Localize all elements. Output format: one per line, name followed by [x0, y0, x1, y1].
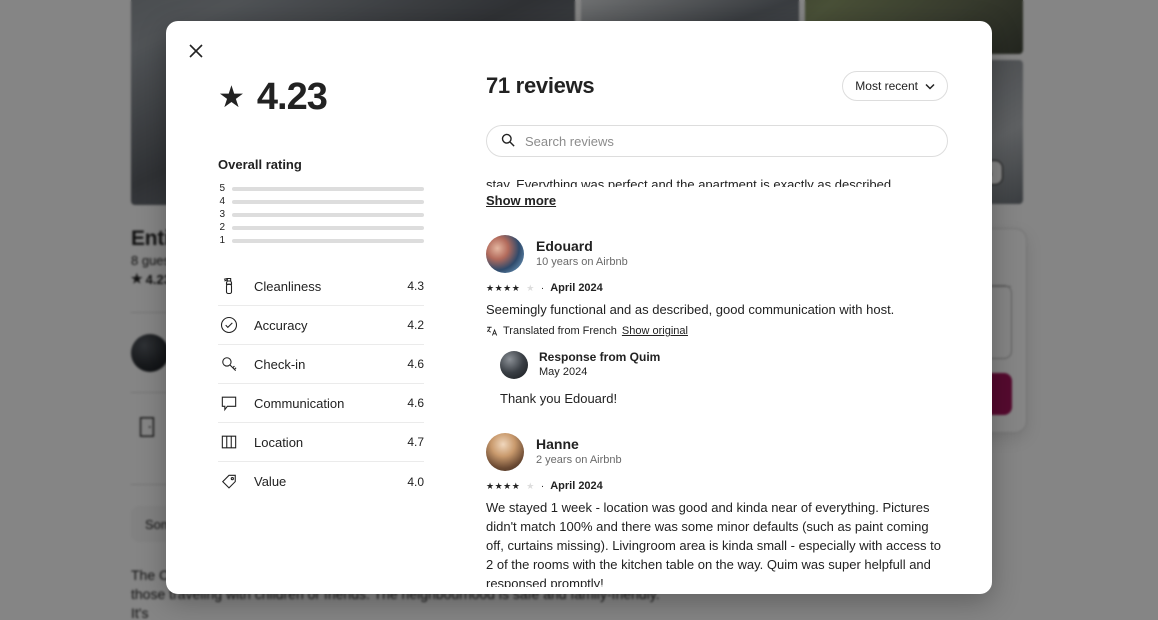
review-header: Edouard 10 years on Airbnb	[486, 235, 948, 273]
category-value: 4.6	[407, 357, 424, 371]
reviewer-identity: Hanne 2 years on Airbnb	[536, 436, 622, 468]
histogram-track	[232, 212, 424, 217]
clipped-review-text: stay. Everything was perfect and the apa…	[486, 177, 895, 187]
review-stars-empty: ★	[526, 480, 535, 491]
show-more-link[interactable]: Show more	[486, 193, 556, 208]
category-label: Communication	[254, 395, 345, 411]
histogram-star-label: 5	[219, 183, 225, 194]
rating-histogram: 5 4 3 2 1	[218, 182, 424, 247]
category-ratings-list: Cleanliness 4.3 Accuracy 4.2 Check-in 4.…	[218, 267, 424, 501]
host-response-text: Thank you Edouard!	[500, 391, 618, 406]
translate-icon	[486, 326, 498, 336]
review-stars: ★★★★	[486, 480, 521, 491]
review-text: We stayed 1 week - location was good and…	[486, 500, 941, 587]
histogram-row: 1	[218, 234, 424, 247]
host-response-title: Response from Quim	[539, 350, 661, 364]
review-date: April 2024	[550, 480, 603, 492]
review-header: Hanne 2 years on Airbnb	[486, 433, 948, 471]
host-response: Response from Quim May 2024 Thank you Ed…	[500, 350, 948, 408]
category-row-location: Location 4.7	[218, 423, 424, 462]
category-label: Value	[254, 474, 287, 489]
histogram-star-label: 4	[219, 196, 225, 207]
reviewer-tenure: 10 years on Airbnb	[536, 256, 628, 268]
modal-body: ★ 4.23 Overall rating 5 4 3 2 1 Cleanlin…	[166, 21, 992, 594]
category-row-value: Value 4.0	[218, 462, 424, 501]
page-root: ▦ Show all photos Entire rental unit in …	[0, 0, 1158, 620]
search-reviews-wrapper	[486, 125, 948, 157]
map-icon	[218, 431, 240, 453]
category-value: 4.3	[407, 279, 424, 293]
histogram-track	[232, 186, 424, 191]
close-icon[interactable]	[180, 35, 212, 67]
translation-note-text: Translated from French	[503, 325, 617, 337]
histogram-track	[232, 238, 424, 243]
search-input[interactable]	[486, 125, 948, 157]
reviewer-tenure: 2 years on Airbnb	[536, 454, 622, 466]
reviews-modal: ★ 4.23 Overall rating 5 4 3 2 1 Cleanlin…	[166, 21, 992, 594]
category-value: 4.7	[407, 435, 424, 449]
category-label: Location	[254, 434, 304, 450]
histogram-row: 5	[218, 182, 424, 195]
category-row-communication: Communication 4.6	[218, 384, 424, 423]
review-stars-empty: ★	[526, 282, 535, 293]
reviews-panel: 71 reviews Most recent Search reviews st…	[458, 71, 992, 594]
review-stars: ★★★★	[486, 282, 521, 293]
category-label: Accuracy	[254, 317, 308, 333]
spray-bottle-icon	[218, 275, 240, 297]
review-meta: ★★★★ ★ · April 2024	[486, 480, 948, 492]
histogram-star-label: 3	[219, 209, 225, 220]
host-response-identity: Response from Quim May 2024	[539, 350, 660, 380]
chevron-down-icon	[925, 83, 935, 90]
review-date: April 2024	[550, 282, 603, 294]
reviewer-avatar[interactable]	[486, 235, 524, 273]
histogram-row: 2	[218, 221, 424, 234]
reviewer-name: Edouard	[536, 238, 593, 254]
reviewer-identity: Edouard 10 years on Airbnb	[536, 238, 628, 270]
meta-separator: ·	[540, 480, 545, 492]
reviews-count-title: 71 reviews	[486, 73, 595, 98]
histogram-track	[232, 199, 424, 204]
category-value: 4.2	[407, 318, 424, 332]
key-icon	[218, 353, 240, 375]
overall-score: ★ 4.23	[218, 76, 424, 119]
histogram-star-label: 1	[219, 235, 225, 246]
histogram-row: 4	[218, 195, 424, 208]
search-icon	[501, 133, 515, 152]
meta-separator: ·	[540, 282, 545, 294]
check-circle-icon	[218, 314, 240, 336]
category-row-checkin: Check-in 4.6	[218, 345, 424, 384]
star-icon: ★	[218, 80, 245, 114]
host-response-header: Response from Quim May 2024	[500, 350, 948, 380]
category-label: Check-in	[254, 356, 306, 372]
histogram-star-label: 2	[219, 222, 225, 233]
category-label: Cleanliness	[254, 278, 322, 294]
category-value: 4.6	[407, 396, 424, 410]
review-item: Hanne 2 years on Airbnb ★★★★ ★ · April 2…	[486, 433, 948, 587]
category-row-cleanliness: Cleanliness 4.3	[218, 267, 424, 306]
price-tag-icon	[218, 471, 240, 493]
category-value: 4.0	[407, 474, 424, 489]
ratings-summary-panel: ★ 4.23 Overall rating 5 4 3 2 1 Cleanlin…	[166, 71, 458, 594]
sort-dropdown[interactable]: Most recent	[842, 71, 948, 101]
reviewer-name: Hanne	[536, 436, 579, 452]
sort-dropdown-label: Most recent	[855, 79, 918, 93]
overall-score-value: 4.23	[256, 76, 328, 118]
show-original-link[interactable]: Show original	[622, 325, 688, 337]
review-item: Edouard 10 years on Airbnb ★★★★ ★ · Apri…	[486, 235, 948, 408]
review-meta: ★★★★ ★ · April 2024	[486, 282, 948, 294]
host-avatar[interactable]	[500, 351, 528, 379]
reviews-header: 71 reviews Most recent	[486, 71, 948, 101]
host-response-date: May 2024	[539, 366, 588, 378]
reviewer-avatar[interactable]	[486, 433, 524, 471]
review-text: Seemingly functional and as described, g…	[486, 302, 895, 317]
histogram-track	[232, 225, 424, 230]
reviews-list[interactable]: stay. Everything was perfect and the apa…	[486, 175, 948, 587]
overall-rating-label: Overall rating	[218, 157, 302, 172]
category-row-accuracy: Accuracy 4.2	[218, 306, 424, 345]
translation-note: Translated from French Show original	[486, 325, 948, 337]
histogram-row: 3	[218, 208, 424, 221]
speech-bubble-icon	[218, 392, 240, 414]
